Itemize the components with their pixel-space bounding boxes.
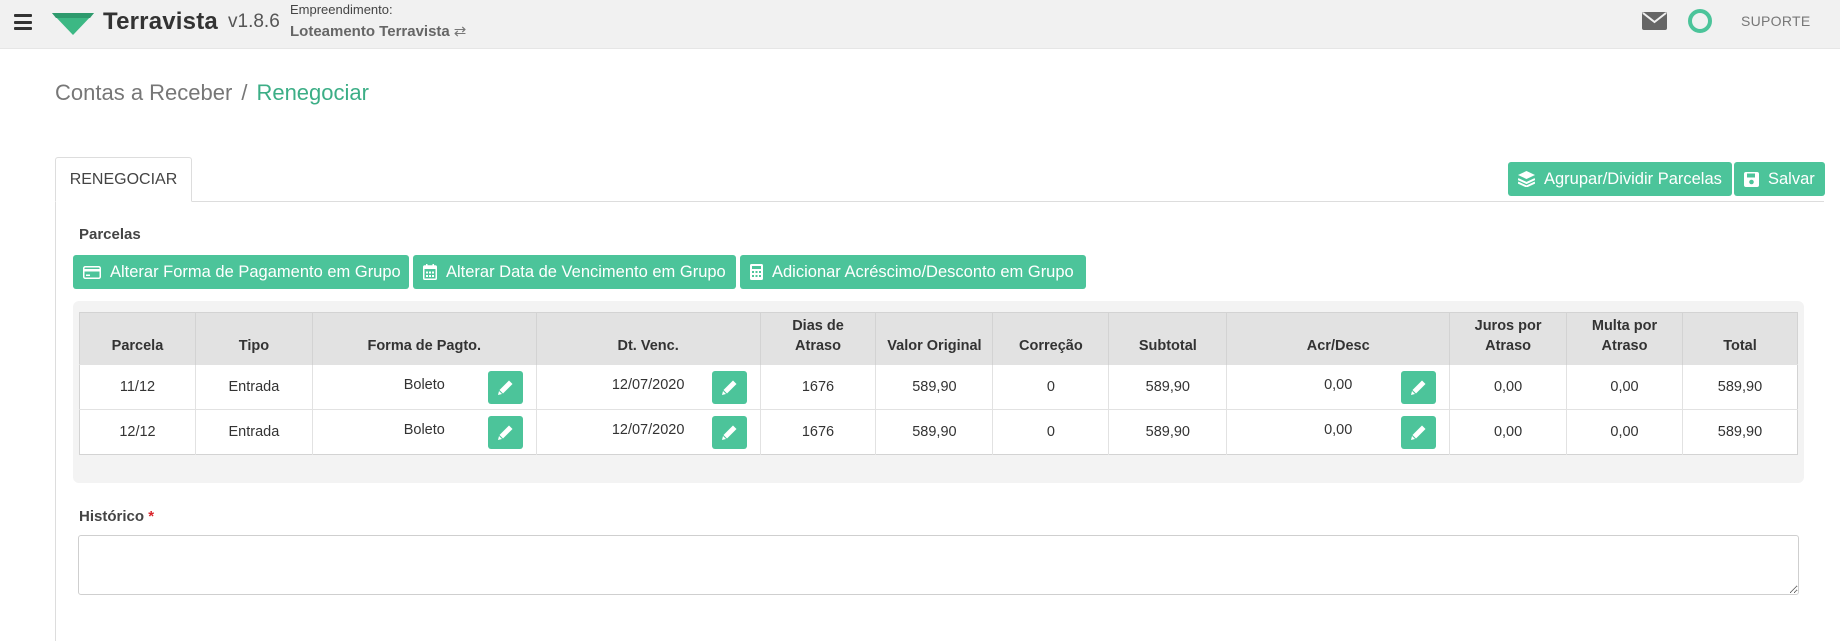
forma-pagto-value: Boleto: [403, 422, 445, 438]
col-header-parcela: Parcela: [79, 312, 196, 365]
acr-desc-value: 0,00: [1324, 422, 1353, 438]
table-row: 11/12 Entrada Boleto 12/07/2020 1676 589…: [79, 364, 1798, 410]
cell-juros: 0,00: [1449, 364, 1567, 410]
required-marker: *: [148, 508, 155, 525]
col-header-dias-atraso: Dias de Atraso: [759, 312, 876, 365]
col-header-acr-desc: Acr/Desc: [1226, 312, 1450, 365]
col-header-valor-original: Valor Original: [875, 312, 993, 365]
historico-textarea[interactable]: [78, 535, 1799, 595]
cell-valor-original: 589,90: [875, 409, 993, 455]
pencil-icon: [1411, 380, 1426, 395]
cell-total: 589,90: [1681, 364, 1798, 410]
edit-due-date-button[interactable]: [711, 371, 747, 404]
col-header-correcao: Correção: [992, 312, 1109, 365]
dt-venc-value: 12/07/2020: [611, 422, 685, 438]
group-due-date-button[interactable]: Alterar Data de Vencimento em Grupo: [413, 255, 736, 289]
col-header-juros: Juros por Atraso: [1449, 312, 1567, 365]
cell-correcao: 0: [992, 409, 1109, 455]
layers-icon: [1518, 171, 1535, 187]
cell-forma-pagto: Boleto: [311, 364, 537, 410]
app-version: v1.8.6: [228, 11, 280, 32]
col-header-multa: Multa por Atraso: [1566, 312, 1683, 365]
group-payment-button[interactable]: Alterar Forma de Pagamento em Grupo: [73, 255, 409, 289]
breadcrumb-current: Renegociar: [256, 80, 369, 105]
acr-desc-value: 0,00: [1324, 377, 1353, 393]
credit-card-icon: [83, 265, 101, 279]
cell-tipo: Entrada: [194, 409, 313, 455]
breadcrumb: Contas a Receber / Renegociar: [55, 80, 369, 106]
cell-dias-atraso: 1676: [759, 409, 876, 455]
parcelas-table: Parcela Tipo Forma de Pagto. Dt. Venc. D…: [79, 312, 1798, 455]
pencil-icon: [721, 425, 737, 440]
calculator-icon: [750, 264, 763, 280]
pencil-icon: [1411, 425, 1426, 440]
cell-total: 589,90: [1681, 409, 1798, 455]
save-label: Salvar: [1768, 169, 1815, 188]
cell-subtotal: 589,90: [1108, 364, 1227, 410]
forma-pagto-value: Boleto: [403, 377, 445, 393]
cell-forma-pagto: Boleto: [311, 409, 537, 455]
top-bar: Terravista v1.8.6 Empreendimento: Loteam…: [0, 0, 1840, 49]
save-icon: [1744, 171, 1759, 187]
cell-dt-venc: 12/07/2020: [535, 364, 761, 410]
tab-renegociar[interactable]: RENEGOCIAR: [55, 157, 192, 202]
support-link[interactable]: SUPORTE: [1741, 13, 1811, 29]
col-header-dt-venc: Dt. Venc.: [535, 312, 761, 365]
group-split-button[interactable]: Agrupar/Dividir Parcelas: [1508, 162, 1732, 196]
cell-parcela: 12/12: [79, 409, 196, 455]
group-adjustment-button[interactable]: Adicionar Acréscimo/Desconto em Grupo: [740, 255, 1086, 289]
mail-icon[interactable]: [1642, 12, 1667, 30]
cell-multa: 0,00: [1566, 364, 1683, 410]
brand-name: Terravista: [103, 8, 218, 35]
empreendimento-label: Empreendimento:: [290, 2, 393, 17]
group-split-label: Agrupar/Dividir Parcelas: [1544, 169, 1722, 188]
pencil-icon: [497, 380, 513, 395]
edit-adjustment-button[interactable]: [1401, 371, 1437, 404]
calendar-icon: [423, 264, 437, 280]
pencil-icon: [721, 380, 737, 395]
cell-parcela: 11/12: [79, 364, 196, 410]
cell-valor-original: 589,90: [875, 364, 993, 410]
breadcrumb-parent[interactable]: Contas a Receber: [55, 80, 232, 105]
cell-dt-venc: 12/07/2020: [535, 409, 761, 455]
cell-juros: 0,00: [1449, 409, 1567, 455]
group-due-date-label: Alterar Data de Vencimento em Grupo: [446, 262, 726, 281]
dt-venc-value: 12/07/2020: [611, 377, 685, 393]
edit-due-date-button[interactable]: [711, 416, 747, 449]
edit-adjustment-button[interactable]: [1401, 416, 1437, 449]
cell-acr-desc: 0,00: [1226, 409, 1450, 455]
cell-subtotal: 589,90: [1108, 409, 1227, 455]
col-header-tipo: Tipo: [194, 312, 313, 365]
cell-dias-atraso: 1676: [759, 364, 876, 410]
cell-tipo: Entrada: [194, 364, 313, 410]
breadcrumb-separator: /: [241, 80, 248, 105]
col-header-forma-pagto: Forma de Pagto.: [311, 312, 537, 365]
empreendimento-switcher[interactable]: Loteamento Terravista ⇄: [290, 22, 466, 40]
swap-icon: ⇄: [453, 23, 467, 40]
col-header-subtotal: Subtotal: [1108, 312, 1227, 365]
edit-payment-button[interactable]: [487, 416, 523, 449]
empreendimento-value: Loteamento Terravista: [290, 23, 450, 40]
group-adjustment-label: Adicionar Acréscimo/Desconto em Grupo: [772, 262, 1074, 281]
save-button[interactable]: Salvar: [1734, 162, 1825, 196]
cell-acr-desc: 0,00: [1226, 364, 1450, 410]
edit-payment-button[interactable]: [487, 371, 523, 404]
cell-correcao: 0: [992, 364, 1109, 410]
status-indicator-icon[interactable]: [1688, 9, 1712, 33]
col-header-total: Total: [1681, 312, 1798, 365]
historico-label: Histórico *: [79, 508, 155, 525]
table-row: 12/12 Entrada Boleto 12/07/2020 1676 589…: [79, 409, 1798, 455]
parcelas-label: Parcelas: [79, 226, 141, 243]
cell-multa: 0,00: [1566, 409, 1683, 455]
logo-icon: [52, 13, 94, 35]
menu-icon[interactable]: [14, 14, 32, 30]
pencil-icon: [497, 425, 513, 440]
group-payment-label: Alterar Forma de Pagamento em Grupo: [110, 262, 401, 281]
table-header-row: Parcela Tipo Forma de Pagto. Dt. Venc. D…: [79, 312, 1798, 365]
